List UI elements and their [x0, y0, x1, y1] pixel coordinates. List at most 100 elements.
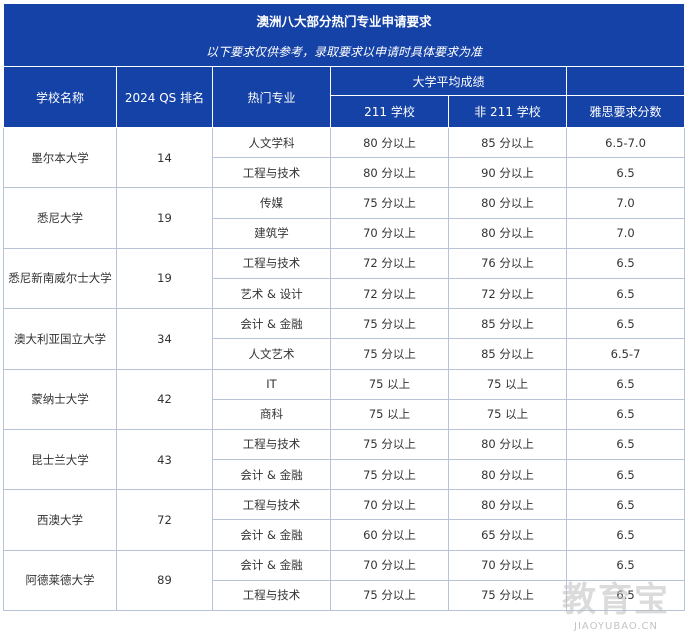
ielts-cell: 6.5 — [565, 519, 686, 551]
score-non-211-cell: 85 分以上 — [448, 338, 567, 370]
requirements-table: 澳洲八大部分热门专业申请要求 以下要求仅供参考，录取要求以申请时具体要求为准 学… — [2, 3, 686, 612]
header-ielts: 雅思要求分数 — [565, 95, 686, 128]
ielts-cell: 6.5 — [565, 398, 686, 430]
score-non-211-cell: 80 分以上 — [448, 187, 567, 219]
score-non-211-cell: 65 分以上 — [448, 519, 567, 551]
header-211: 211 学校 — [330, 95, 449, 128]
major-cell: IT — [212, 368, 331, 400]
major-cell: 工程与技术 — [212, 489, 331, 521]
score-non-211-cell: 85 分以上 — [448, 126, 567, 159]
score-211-cell: 72 分以上 — [330, 247, 449, 279]
qs-rank-cell: 14 — [116, 126, 213, 189]
ielts-cell: 7.0 — [565, 217, 686, 249]
score-211-cell: 70 分以上 — [330, 549, 449, 581]
ielts-cell: 6.5-7.0 — [565, 126, 686, 159]
table-row: 悉尼大学 19 传媒 75 分以上 80 分以上 7.0 — [3, 187, 686, 249]
table-title: 澳洲八大部分热门专业申请要求 — [2, 3, 686, 36]
major-cell: 会计 & 金融 — [212, 459, 331, 491]
header-avg-group: 大学平均成绩 — [330, 66, 567, 96]
table-note: 以下要求仅供参考，录取要求以申请时具体要求为准 — [2, 36, 686, 67]
score-non-211-cell: 76 分以上 — [448, 247, 567, 279]
ielts-cell: 7.0 — [565, 187, 686, 219]
score-211-cell: 80 分以上 — [330, 126, 449, 159]
ielts-cell: 6.5 — [565, 277, 686, 310]
score-211-cell: 75 分以上 — [330, 187, 449, 219]
score-non-211-cell: 80 分以上 — [448, 489, 567, 521]
qs-rank-cell: 19 — [116, 187, 213, 249]
score-211-cell: 75 以上 — [330, 398, 449, 430]
major-cell: 商科 — [212, 398, 331, 430]
table-row: 阿德莱德大学 89 会计 & 金融 70 分以上 70 分以上 6.5 — [3, 549, 686, 612]
ielts-cell: 6.5 — [565, 489, 686, 521]
qs-rank-cell: 72 — [116, 489, 213, 551]
qs-rank-cell: 43 — [116, 428, 213, 491]
score-211-cell: 60 分以上 — [330, 519, 449, 551]
major-cell: 会计 & 金融 — [212, 549, 331, 581]
school-name-cell: 蒙纳士大学 — [3, 368, 117, 430]
table-row: 蒙纳士大学 42 IT 75 以上 75 以上 6.5 — [3, 368, 686, 430]
score-non-211-cell: 72 分以上 — [448, 277, 567, 310]
table-row: 昆士兰大学 43 工程与技术 75 分以上 80 分以上 6.5 — [3, 428, 686, 491]
table-row: 澳大利亚国立大学 34 会计 & 金融 75 分以上 85 分以上 6.5 — [3, 308, 686, 370]
qs-rank-cell: 89 — [116, 549, 213, 612]
table-row: 西澳大学 72 工程与技术 70 分以上 80 分以上 6.5 — [3, 489, 686, 551]
ielts-cell: 6.5-7 — [565, 338, 686, 370]
major-cell: 工程与技术 — [212, 157, 331, 189]
score-non-211-cell: 75 以上 — [448, 368, 567, 400]
score-211-cell: 75 以上 — [330, 368, 449, 400]
header-qs-rank: 2024 QS 排名 — [116, 66, 213, 128]
score-211-cell: 70 分以上 — [330, 217, 449, 249]
score-non-211-cell: 85 分以上 — [448, 308, 567, 340]
score-211-cell: 72 分以上 — [330, 277, 449, 310]
ielts-cell: 6.5 — [565, 308, 686, 340]
major-cell: 建筑学 — [212, 217, 331, 249]
header-school: 学校名称 — [3, 66, 117, 128]
ielts-cell: 6.5 — [565, 459, 686, 491]
score-non-211-cell: 80 分以上 — [448, 217, 567, 249]
table-row: 墨尔本大学 14 人文学科 80 分以上 85 分以上 6.5-7.0 — [3, 126, 686, 189]
score-211-cell: 75 分以上 — [330, 579, 449, 612]
major-cell: 工程与技术 — [212, 247, 331, 279]
ielts-cell: 6.5 — [565, 549, 686, 581]
major-cell: 工程与技术 — [212, 428, 331, 461]
ielts-cell: 6.5 — [565, 579, 686, 612]
major-cell: 人文艺术 — [212, 338, 331, 370]
ielts-cell: 6.5 — [565, 247, 686, 279]
score-non-211-cell: 80 分以上 — [448, 459, 567, 491]
major-cell: 会计 & 金融 — [212, 308, 331, 340]
qs-rank-cell: 34 — [116, 308, 213, 370]
score-non-211-cell: 80 分以上 — [448, 428, 567, 461]
qs-rank-cell: 42 — [116, 368, 213, 430]
major-cell: 艺术 & 设计 — [212, 277, 331, 310]
school-name-cell: 悉尼大学 — [3, 187, 117, 249]
school-name-cell: 墨尔本大学 — [3, 126, 117, 189]
major-cell: 传媒 — [212, 187, 331, 219]
score-211-cell: 75 分以上 — [330, 428, 449, 461]
score-non-211-cell: 75 分以上 — [448, 579, 567, 612]
ielts-cell: 6.5 — [565, 368, 686, 400]
major-cell: 会计 & 金融 — [212, 519, 331, 551]
header-blank — [565, 66, 686, 96]
qs-rank-cell: 19 — [116, 247, 213, 310]
major-cell: 工程与技术 — [212, 579, 331, 612]
score-211-cell: 80 分以上 — [330, 157, 449, 189]
score-211-cell: 75 分以上 — [330, 338, 449, 370]
table-body: 墨尔本大学 14 人文学科 80 分以上 85 分以上 6.5-7.0 工程与技术 80 分以… — [3, 126, 686, 612]
score-211-cell: 70 分以上 — [330, 489, 449, 521]
school-name-cell: 西澳大学 — [3, 489, 117, 551]
school-name-cell: 澳大利亚国立大学 — [3, 308, 117, 370]
ielts-cell: 6.5 — [565, 428, 686, 461]
school-name-cell: 阿德莱德大学 — [3, 549, 117, 612]
score-211-cell: 75 分以上 — [330, 459, 449, 491]
major-cell: 人文学科 — [212, 126, 331, 159]
score-non-211-cell: 75 以上 — [448, 398, 567, 430]
score-211-cell: 75 分以上 — [330, 308, 449, 340]
school-name-cell: 悉尼新南威尔士大学 — [3, 247, 117, 310]
requirements-sheet: 澳洲八大部分热门专业申请要求 以下要求仅供参考，录取要求以申请时具体要求为准 学… — [2, 3, 686, 637]
score-non-211-cell: 90 分以上 — [448, 157, 567, 189]
score-non-211-cell: 70 分以上 — [448, 549, 567, 581]
header-major: 热门专业 — [212, 66, 331, 128]
table-row: 悉尼新南威尔士大学 19 工程与技术 72 分以上 76 分以上 6.5 — [3, 247, 686, 310]
school-name-cell: 昆士兰大学 — [3, 428, 117, 491]
ielts-cell: 6.5 — [565, 157, 686, 189]
